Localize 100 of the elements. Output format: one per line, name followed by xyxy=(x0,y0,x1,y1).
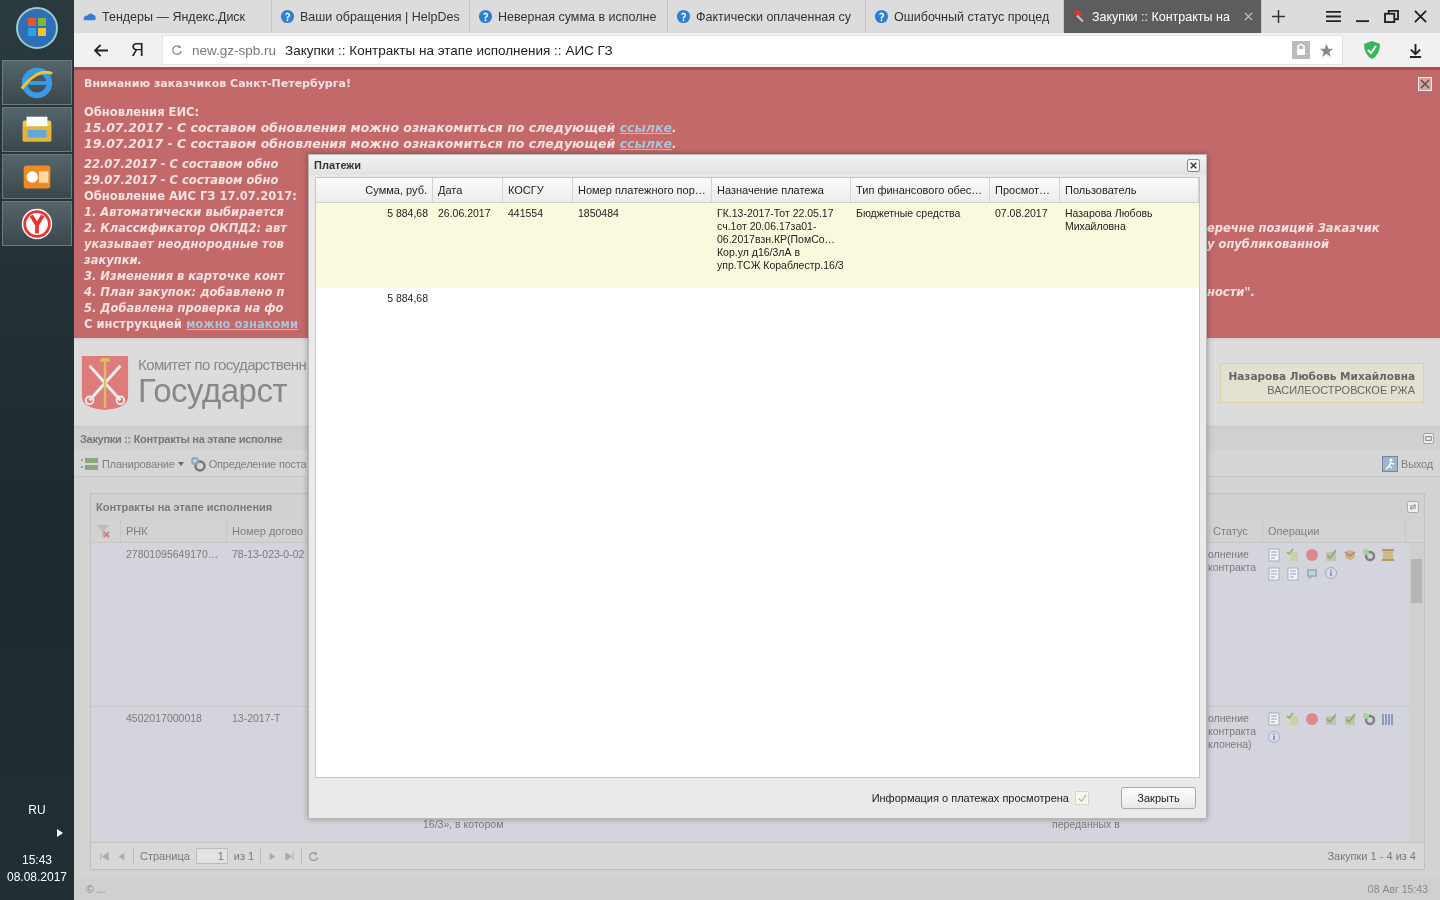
refresh-icon[interactable] xyxy=(1407,501,1419,513)
browser-pinned-icon[interactable] xyxy=(2,60,72,105)
panel-title: Закупки :: Контракты на этапе исполне xyxy=(80,432,283,445)
notice-line: 29.07.2017 - С составом обно xyxy=(84,172,280,188)
document-icon[interactable] xyxy=(1267,712,1281,726)
language-indicator[interactable]: RU xyxy=(28,803,46,817)
notice-line: указывает неоднородные тов xyxy=(84,236,285,252)
gear-icon[interactable] xyxy=(1362,548,1376,562)
restore-icon[interactable] xyxy=(1384,10,1399,23)
table-cell-text: олнение контракта xyxy=(1208,547,1258,575)
gears-icon xyxy=(189,455,206,472)
table-cell-text: 07.08.2017 xyxy=(994,206,1049,221)
column-header[interactable]: Номер платежного пор… xyxy=(573,178,712,202)
shield-icon[interactable] xyxy=(1363,40,1381,60)
tray-arrow-icon[interactable] xyxy=(57,829,63,837)
start-button[interactable] xyxy=(15,6,59,50)
user-organization: ВАСИЛЕОСТРОВСКОЕ РЖА xyxy=(1267,383,1415,396)
browser-tab[interactable]: Закупки :: Контракты на xyxy=(1064,0,1262,33)
column-header[interactable]: Сумма, руб. xyxy=(316,178,433,202)
column-header[interactable]: Пользователь xyxy=(1060,178,1199,202)
checklist-icon[interactable] xyxy=(1286,712,1300,726)
table-cell-text: 26.06.2017 xyxy=(437,206,492,221)
last-page-icon[interactable] xyxy=(284,850,296,862)
address-field[interactable]: new.gz-spb.ru Закупки :: Контракты на этапе исполнения :: АИС ГЗ xyxy=(162,35,1343,65)
table-cell-text: 441554 xyxy=(507,206,545,221)
payment-row[interactable]: 5 884,68 26.06.2017 441554 1850484 ГК.13-2017-Тот 22.05.17 сч.1от 20.06.17за01-06.2017взн.КР(ПомСо… Кор.ул д16/3лА в упр.ТСЖ Кораблестр.16/3 Бюджетные средства 07.08.2017 Назарова Любовь Михайловна xyxy=(316,203,1199,288)
stop-icon[interactable] xyxy=(1305,548,1319,562)
info-icon[interactable] xyxy=(1267,731,1281,745)
info-icon[interactable] xyxy=(1324,567,1338,581)
table-cell: 16/3», в котором xyxy=(423,818,504,831)
system-name: Государст xyxy=(138,373,287,409)
notice-line: 3. Изменения в карточке конт xyxy=(84,268,286,284)
total-cell-text: 5 884,68 xyxy=(386,291,429,306)
scrollbar[interactable] xyxy=(1409,543,1424,842)
exit-icon xyxy=(1382,455,1399,472)
close-icon[interactable] xyxy=(1413,10,1428,23)
column-header[interactable]: Дата xyxy=(433,178,503,202)
gear-icon[interactable] xyxy=(1362,712,1376,726)
date-time-text: 08 Авг 15:43 xyxy=(1367,883,1428,895)
reload-icon xyxy=(171,44,183,56)
notice-line: еречне позиций Заказчик xyxy=(1207,220,1381,236)
help-icon xyxy=(478,9,493,24)
document-icon[interactable] xyxy=(1286,567,1300,581)
hammer-icon xyxy=(1072,9,1087,24)
emblem-icon[interactable] xyxy=(1343,548,1357,562)
column-header[interactable]: КОСГУ xyxy=(503,178,573,202)
collapse-icon[interactable] xyxy=(1423,433,1434,444)
column-header[interactable]: Просмот… xyxy=(990,178,1060,202)
notice-line: 2. Классификатор ОКПД2: авт xyxy=(84,220,289,236)
document-icon[interactable] xyxy=(1267,548,1281,562)
notice-line: у опубликованной xyxy=(1207,236,1330,252)
back-icon[interactable] xyxy=(94,43,109,57)
first-page-icon[interactable] xyxy=(99,850,110,862)
notice-line: 5. Добавлена проверка на фо xyxy=(84,300,285,316)
notice-line: 1. Автоматически выбирается xyxy=(84,204,285,220)
user-name: Назарова Любовь Михайловна xyxy=(1228,369,1415,382)
mail-pinned-icon[interactable] xyxy=(2,154,72,199)
notice-line: 22.07.2017 - С составом обно xyxy=(84,156,280,172)
folder-pinned-icon[interactable] xyxy=(2,107,72,152)
page-label: Страница xyxy=(140,850,190,862)
table-cell: переданных в xyxy=(1052,818,1120,831)
approve-icon[interactable] xyxy=(1324,548,1338,562)
viewed-checkbox[interactable] xyxy=(1075,791,1089,805)
download-icon[interactable] xyxy=(1409,42,1422,58)
message-icon[interactable] xyxy=(1305,567,1319,581)
checklist-icon[interactable] xyxy=(1286,548,1300,562)
help-icon xyxy=(280,9,295,24)
previous-page-icon[interactable] xyxy=(116,850,127,862)
browser-pinned-icon[interactable] xyxy=(2,201,72,246)
close-button[interactable]: Закрыть xyxy=(1121,787,1196,809)
approve-icon[interactable] xyxy=(1324,712,1338,726)
table-cell-text: 78-13-023-0-02 xyxy=(231,547,306,562)
lock-icon[interactable] xyxy=(1292,41,1310,59)
browser-logo[interactable]: Я xyxy=(131,39,144,61)
table-cell-text: 4502017000018 xyxy=(125,711,203,726)
notice-line: 19.07.2017 - С составом обновления можно ознакомиться по следующей ссылке. xyxy=(84,136,678,152)
stop-icon[interactable] xyxy=(1305,712,1319,726)
approve-icon[interactable] xyxy=(1343,712,1357,726)
close-tab-icon[interactable] xyxy=(1244,12,1253,21)
clear-filter-icon xyxy=(96,524,110,538)
document-icon[interactable] xyxy=(1267,567,1281,581)
column-header[interactable]: Тип финансового обес… xyxy=(851,178,990,202)
menu-icon[interactable] xyxy=(1326,10,1341,23)
notice-line: 4. План закупок: добавлено п xyxy=(84,284,286,300)
books-icon[interactable] xyxy=(1381,712,1395,726)
scroll-icon[interactable] xyxy=(1381,548,1395,562)
refresh-icon[interactable] xyxy=(308,850,320,862)
new-tab-icon[interactable] xyxy=(1272,10,1285,23)
notice-line: Обновление АИС ГЗ 17.07.2017: xyxy=(84,188,298,204)
notice-line: закупки. xyxy=(84,252,143,268)
page-field[interactable]: 1 xyxy=(195,848,228,864)
clock[interactable]: 15:43 08.08.2017 xyxy=(6,853,68,884)
close-icon[interactable] xyxy=(1187,158,1200,172)
column-header[interactable]: Назначение платежа xyxy=(712,178,851,202)
table-cell-text: 13-2017-Т xyxy=(231,711,282,726)
table-cell-text: Назарова Любовь Михайловна xyxy=(1064,206,1154,234)
copyright-text: © ... xyxy=(86,883,106,895)
notice-line: Обновления ЕИС: xyxy=(84,104,201,120)
table-cell-text: 27801095649170… xyxy=(125,547,220,562)
bookmark-star-icon[interactable] xyxy=(1319,42,1334,58)
